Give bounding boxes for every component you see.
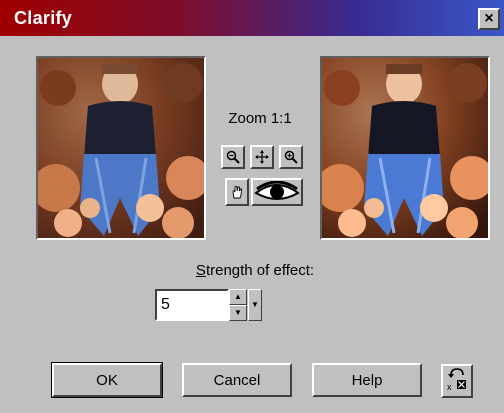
close-button[interactable]: ×: [478, 8, 500, 30]
pan-button[interactable]: [250, 145, 274, 169]
zoom-out-button[interactable]: [221, 145, 245, 169]
after-preview-image: [322, 58, 488, 238]
eye-icon: [254, 181, 300, 200]
reset-button[interactable]: x: [441, 364, 473, 398]
zoom-out-icon: [226, 150, 240, 164]
clarify-dialog: Clarify × Zoom 1:1 Strength of effect: 5…: [0, 0, 504, 413]
strength-spinner: ▲ ▼ ▼: [155, 289, 263, 321]
before-preview[interactable]: [36, 56, 206, 240]
hand-icon: [232, 186, 242, 199]
zoom-in-button[interactable]: [279, 145, 303, 169]
strength-updown: ▲ ▼: [229, 289, 247, 321]
strength-dropdown-button[interactable]: ▼: [248, 289, 262, 321]
ok-button[interactable]: OK: [51, 362, 163, 398]
title-bar[interactable]: Clarify ×: [0, 0, 504, 36]
strength-decrement-button[interactable]: ▼: [229, 305, 247, 321]
help-button[interactable]: Help: [312, 363, 422, 397]
strength-input[interactable]: [155, 289, 229, 321]
window-title: Clarify: [14, 8, 73, 28]
strength-label-text: trength of effect:: [205, 262, 315, 279]
zoom-in-icon: [284, 150, 298, 164]
reset-icon: x: [447, 368, 466, 392]
proof-button[interactable]: [251, 178, 303, 206]
strength-label: Strength of effect:: [130, 262, 380, 279]
move-icon: [255, 150, 269, 164]
strength-label-accesskey: S: [195, 262, 206, 279]
cancel-button[interactable]: Cancel: [182, 363, 292, 397]
hand-tool-button[interactable]: [225, 178, 249, 206]
after-preview[interactable]: [320, 56, 490, 240]
zoom-level-label: Zoom 1:1: [228, 110, 292, 127]
svg-text:x: x: [447, 382, 452, 392]
before-preview-image: [38, 58, 204, 238]
close-icon: ×: [484, 10, 494, 27]
strength-increment-button[interactable]: ▲: [229, 289, 247, 305]
